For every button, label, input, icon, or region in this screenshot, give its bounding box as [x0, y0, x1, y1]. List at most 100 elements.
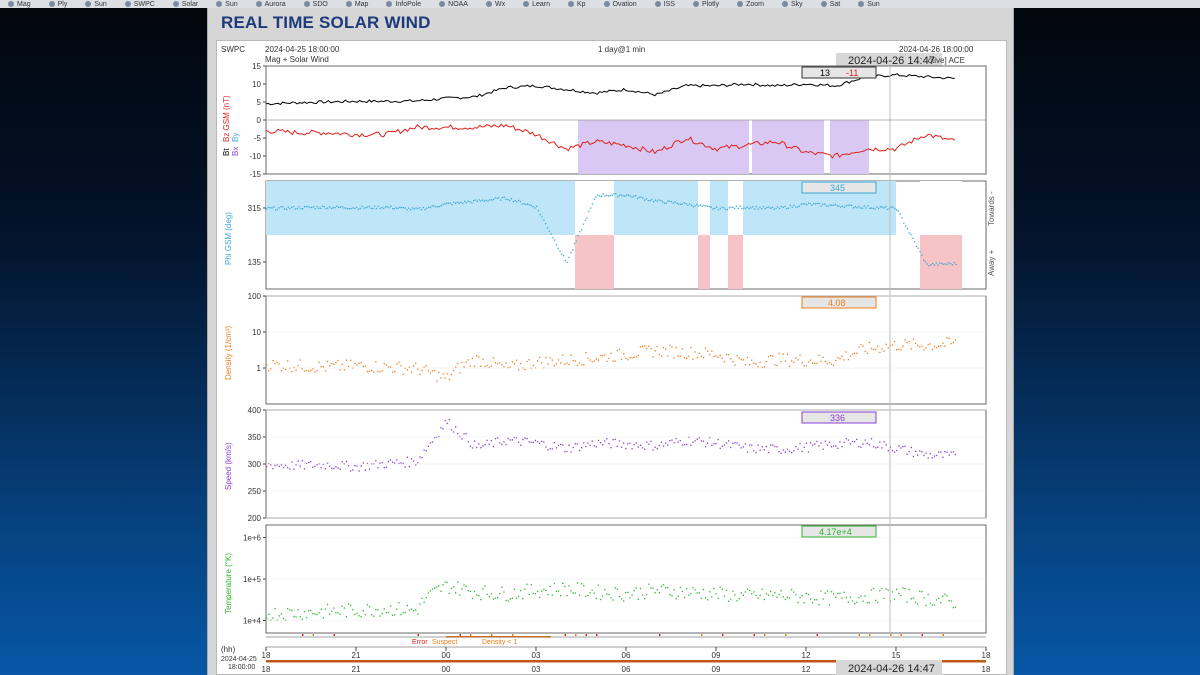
temperature-point — [530, 583, 532, 586]
density-point — [885, 343, 887, 345]
phi-ylabel: Phi GSM (deg) — [224, 212, 233, 265]
status-flag — [764, 634, 766, 636]
density-point — [707, 350, 709, 352]
density-point — [694, 351, 696, 353]
phi-point — [626, 194, 628, 196]
density-point — [413, 365, 415, 367]
phi-point — [640, 196, 642, 198]
density-point — [492, 357, 495, 359]
phi-point — [903, 222, 905, 224]
speed-point — [389, 459, 392, 461]
bookmark-item[interactable]: Solar — [172, 1, 198, 8]
temperature-point — [557, 590, 560, 592]
bookmark-label: NOAA — [448, 0, 468, 8]
speed-point — [520, 444, 522, 446]
temperature-point — [585, 595, 587, 597]
x-tick-label: 18 — [262, 651, 271, 660]
phi-point — [352, 207, 354, 209]
phi-point — [631, 196, 633, 198]
phi-point — [892, 206, 894, 208]
bookmark-icon — [345, 1, 352, 7]
bookmark-icon — [523, 1, 530, 7]
density-point — [440, 377, 442, 379]
bookmark-item[interactable]: Ply — [48, 1, 67, 8]
density-point — [627, 359, 629, 361]
bx-ylabel: Bx — [231, 147, 240, 156]
temperature-point — [728, 600, 730, 602]
phi-point — [705, 205, 707, 207]
temperature-point — [948, 600, 950, 602]
bookmark-label: Sun — [94, 0, 107, 8]
phi-point — [851, 204, 853, 207]
phi-point — [287, 206, 289, 208]
phi-point — [314, 207, 316, 210]
phi-point — [653, 201, 655, 203]
density-point — [406, 369, 408, 371]
density-point — [389, 366, 392, 368]
bookmark-item[interactable]: NOAA — [439, 1, 468, 8]
speed-point — [736, 442, 738, 444]
bookmark-item[interactable]: Mag — [8, 1, 31, 8]
phi-point — [654, 199, 657, 201]
density-point — [629, 356, 631, 359]
phi-point — [723, 207, 725, 209]
bookmark-item[interactable]: Kp — [568, 1, 586, 8]
temperature-point — [623, 600, 625, 602]
phi-point — [613, 193, 615, 195]
bookmark-item[interactable]: SWPC — [124, 1, 155, 8]
density-point — [698, 352, 700, 354]
phi-point — [343, 207, 345, 209]
temperature-point — [394, 614, 396, 616]
phi-point — [518, 199, 520, 202]
temperature-point — [610, 597, 612, 599]
temperature-point — [501, 586, 503, 588]
phi-point — [719, 207, 721, 210]
phi-point — [278, 207, 280, 209]
phi-point — [732, 206, 734, 209]
phi-point — [289, 207, 291, 210]
bookmark-item[interactable]: InfoPole — [386, 1, 421, 8]
bookmark-item[interactable]: SDO — [303, 1, 328, 8]
bookmark-item[interactable]: Sun — [858, 1, 880, 8]
speed-point — [797, 448, 799, 450]
phi-point — [572, 249, 574, 251]
density-point — [715, 355, 717, 357]
phi-point — [827, 205, 829, 207]
header-end-time: 2024-04-26 18:00:00 — [899, 45, 974, 54]
phi-point — [444, 203, 446, 205]
temperature-point — [625, 591, 627, 594]
phi-point — [743, 207, 745, 209]
speed-point — [885, 444, 887, 446]
temperature-point — [851, 600, 854, 602]
bookmark-item[interactable]: Wx — [485, 1, 505, 8]
density-point — [837, 356, 839, 359]
temperature-point — [866, 602, 868, 604]
bookmark-item[interactable]: Sun — [216, 1, 238, 8]
density-point — [266, 364, 268, 366]
bookmark-item[interactable]: ISS — [654, 1, 675, 8]
bookmark-item[interactable]: Sky — [782, 1, 803, 8]
bookmark-item[interactable]: Sun — [85, 0, 107, 8]
density-point — [473, 365, 476, 368]
bookmark-item[interactable]: Aurora — [255, 1, 286, 8]
bookmark-item[interactable]: Plotly — [692, 1, 719, 8]
phi-point — [725, 208, 727, 211]
temperature-point — [400, 613, 402, 616]
density-point — [442, 373, 444, 375]
speed-point — [826, 444, 828, 446]
temperature-point — [406, 604, 408, 607]
phi-point — [690, 204, 693, 206]
phi-point — [708, 205, 711, 208]
phi-point — [606, 194, 608, 197]
bookmark-item[interactable]: Ovation — [603, 1, 637, 8]
speed-point — [751, 444, 753, 446]
bookmark-item[interactable]: Map — [345, 1, 368, 8]
phi-point — [482, 199, 484, 201]
bookmark-item[interactable]: Learn — [523, 1, 550, 8]
bookmark-item[interactable]: Zoom — [737, 1, 764, 8]
status-flag — [585, 634, 587, 636]
speed-point — [675, 437, 677, 440]
bookmark-item[interactable]: Sat — [820, 1, 840, 8]
x-axis-unit: (hh) — [221, 645, 236, 654]
speed-point — [759, 449, 761, 451]
